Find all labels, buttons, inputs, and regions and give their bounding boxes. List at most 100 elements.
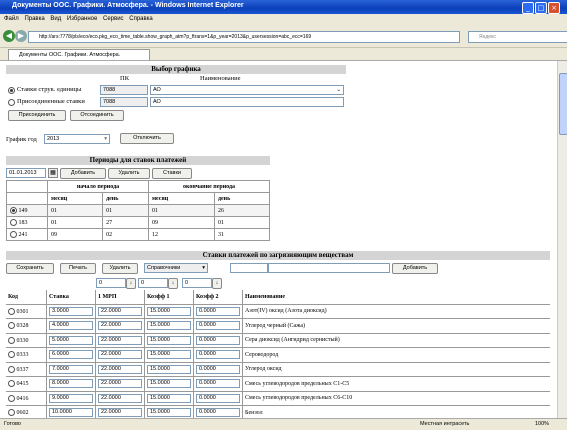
rate-input[interactable]: 9.0000	[49, 393, 93, 403]
rate-row-radio[interactable]	[8, 322, 15, 330]
option-struct-rates-radio[interactable]	[8, 87, 15, 94]
detach-button[interactable]: Отсоединить	[70, 110, 124, 121]
rate-input[interactable]: 7.0000	[49, 364, 93, 374]
k1-input[interactable]: 15.0000	[147, 335, 191, 345]
rate-input[interactable]: 4.0000	[49, 321, 93, 331]
close-button[interactable]: ×	[548, 2, 560, 14]
k1-input[interactable]: 15.0000	[147, 321, 191, 331]
table-row[interactable]: 0602 10.0000 22.0000 15.0000 0.0000 Бензол	[6, 405, 550, 418]
table-row[interactable]: 0416 9.0000 22.0000 15.0000 0.0000 Смесь угле…	[6, 391, 550, 406]
k2-apply-icon[interactable]: ↓	[212, 278, 222, 289]
k2-input[interactable]: 0.0000	[196, 364, 240, 374]
period-radio[interactable]	[10, 207, 17, 214]
disable-button[interactable]: Отключить	[120, 133, 174, 144]
rate-input[interactable]: 5.0000	[49, 335, 93, 345]
add-code-input[interactable]	[230, 263, 268, 273]
menu-file[interactable]: Файл	[4, 16, 19, 22]
period-radio[interactable]	[10, 219, 17, 226]
mrp-input[interactable]: 22.0000	[98, 306, 142, 316]
rate-input[interactable]: 3.0000	[49, 306, 93, 316]
k2-input[interactable]: 0.0000	[196, 335, 240, 345]
k1-input[interactable]: 15.0000	[147, 408, 191, 418]
table-row[interactable]: 0328 4.0000 22.0000 15.0000 0.0000 Углерод че…	[6, 318, 550, 334]
table-row[interactable]: 149 01 01 01 26	[6, 204, 271, 217]
period-add-button[interactable]: Добавить	[60, 168, 106, 179]
mrp-input[interactable]: 22.0000	[98, 408, 142, 418]
rate-row-radio[interactable]	[8, 380, 15, 388]
references-select[interactable]: Справочники ▾	[144, 263, 208, 273]
vertical-scrollbar[interactable]	[557, 61, 567, 418]
table-row[interactable]: 0333 6.0000 22.0000 15.0000 0.0000 Сероводоро…	[6, 347, 550, 363]
table-row[interactable]: 0415 8.0000 22.0000 15.0000 0.0000 Смесь угле…	[6, 376, 550, 392]
rate-row-radio[interactable]	[8, 365, 15, 373]
option2-code-field[interactable]: 7088	[100, 97, 148, 107]
browser-tab[interactable]: Документы ООС. Графики. Атмосфера.	[8, 49, 150, 60]
table-row[interactable]: 0301 3.0000 22.0000 15.0000 0.0000 Азот(IV) о…	[6, 304, 550, 319]
option1-name-select[interactable]: АО ⌄	[150, 85, 344, 95]
back-icon[interactable]: ◀	[3, 30, 15, 42]
mrp-input[interactable]: 22.0000	[98, 379, 142, 389]
k1-filter-input[interactable]: 0	[138, 278, 168, 288]
rates-print-button[interactable]: Печать	[60, 263, 96, 274]
k1-input[interactable]: 15.0000	[147, 306, 191, 316]
rate-input[interactable]: 8.0000	[49, 379, 93, 389]
menu-tools[interactable]: Сервис	[103, 16, 124, 22]
calendar-icon[interactable]: ▦	[48, 168, 58, 178]
period-radio[interactable]	[10, 231, 17, 238]
k1-input[interactable]: 15.0000	[147, 379, 191, 389]
menu-edit[interactable]: Правка	[24, 16, 44, 22]
mrp-input[interactable]: 22.0000	[98, 335, 142, 345]
rates-save-button[interactable]: Сохранить	[6, 263, 54, 274]
maximize-button[interactable]: □	[535, 2, 547, 14]
k2-input[interactable]: 0.0000	[196, 379, 240, 389]
table-row[interactable]: 0330 5.0000 22.0000 15.0000 0.0000 Сера диокс…	[6, 333, 550, 348]
rates-add-button[interactable]: Добавить	[392, 263, 438, 274]
k1-input[interactable]: 15.0000	[147, 350, 191, 360]
url-field[interactable]: http://ars:7778/pls/eco/eco.pkg_eco_time…	[28, 31, 460, 43]
table-row[interactable]: 183 01 27 09 01	[6, 216, 271, 229]
option2-name-field[interactable]: АО	[150, 97, 344, 107]
period-rates-button[interactable]: Ставки	[152, 168, 192, 179]
rate-input[interactable]: 10.0000	[49, 408, 93, 418]
mrp-input[interactable]: 22.0000	[98, 393, 142, 403]
table-row[interactable]: 0337 7.0000 22.0000 15.0000 0.0000 Углерод ок…	[6, 362, 550, 377]
minimize-button[interactable]: _	[522, 2, 534, 14]
k2-input[interactable]: 0.0000	[196, 408, 240, 418]
search-input[interactable]: Яндекс	[468, 31, 567, 43]
zoom-level[interactable]: 100%	[535, 421, 549, 427]
k2-input[interactable]: 0.0000	[196, 321, 240, 331]
rate-row-radio[interactable]	[8, 351, 15, 359]
k1-apply-icon[interactable]: ↓	[168, 278, 178, 289]
attach-button[interactable]: Присоединить	[8, 110, 66, 121]
k1-input[interactable]: 15.0000	[147, 364, 191, 374]
year-select[interactable]: 2013 ▾	[44, 134, 110, 144]
mrp-input[interactable]: 22.0000	[98, 350, 142, 360]
forward-icon[interactable]: ▶	[15, 30, 27, 42]
rates-delete-button[interactable]: Удалить	[102, 263, 138, 274]
period-delete-button[interactable]: Удалить	[108, 168, 150, 179]
col-name-label: Наименование	[200, 75, 241, 82]
table-row[interactable]: 241 09 02 12 31	[6, 228, 271, 241]
mrp-input[interactable]: 22.0000	[98, 321, 142, 331]
rate-row-radio[interactable]	[8, 336, 15, 344]
k2-input[interactable]: 0.0000	[196, 393, 240, 403]
mrp-input[interactable]: 22.0000	[98, 364, 142, 374]
mrp-apply-icon[interactable]: ↓	[126, 278, 136, 289]
k2-input[interactable]: 0.0000	[196, 350, 240, 360]
add-name-input[interactable]	[268, 263, 390, 273]
option-attached-rates-radio[interactable]	[8, 99, 15, 106]
k2-filter-input[interactable]: 0	[182, 278, 212, 288]
rate-row-radio[interactable]	[8, 409, 15, 417]
menu-view[interactable]: Вид	[50, 16, 61, 22]
rate-row-radio[interactable]	[8, 394, 15, 402]
menu-favorites[interactable]: Избранное	[67, 16, 97, 22]
menu-help[interactable]: Справка	[129, 16, 153, 22]
option1-code-field[interactable]: 7088	[100, 85, 148, 95]
mrp-filter-input[interactable]: 0	[96, 278, 126, 288]
scrollbar-thumb[interactable]	[559, 73, 567, 135]
rate-input[interactable]: 6.0000	[49, 350, 93, 360]
k1-input[interactable]: 15.0000	[147, 393, 191, 403]
k2-input[interactable]: 0.0000	[196, 306, 240, 316]
period-date-field[interactable]: 01.01.2013	[6, 168, 46, 178]
rate-row-radio[interactable]	[8, 307, 15, 315]
